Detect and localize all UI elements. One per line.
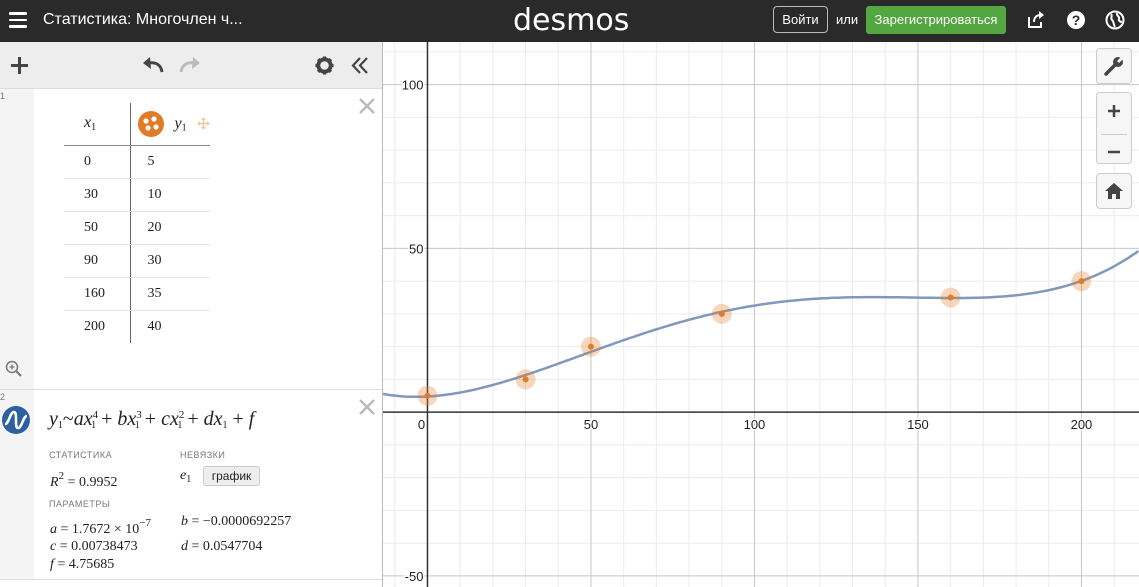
graph-settings-button[interactable] (1096, 48, 1132, 84)
x-tick-label: 200 (1071, 417, 1093, 432)
table-cell[interactable]: 5 (130, 145, 210, 179)
svg-text:?: ? (1072, 12, 1081, 28)
point-style-icon[interactable] (137, 110, 165, 138)
home-icon (1105, 183, 1123, 199)
table-row: 160 35 (64, 277, 210, 311)
table-row: 50 20 (64, 211, 210, 245)
menu-icon[interactable] (9, 12, 27, 28)
or-text: или (836, 12, 859, 27)
delete-regression-icon[interactable] (358, 398, 376, 416)
login-button[interactable]: Войти (773, 6, 828, 33)
desmos-logo: desmos (513, 3, 630, 38)
param-a: a = 1.7672 × 10−7 (50, 517, 152, 537)
data-point (587, 343, 594, 350)
table-row: 0 5 (64, 145, 210, 179)
param-b: b = −0.0000692257 (181, 514, 292, 529)
regression-icon[interactable] (1, 405, 31, 435)
table-cell[interactable]: 40 (130, 310, 210, 343)
settings-icon[interactable] (315, 56, 334, 75)
column-header-y[interactable]: y1 (130, 103, 210, 146)
globe-icon[interactable] (1105, 10, 1125, 30)
graph-canvas[interactable]: 0 50 100 150 200 100 50 -50 (383, 42, 1139, 587)
expression-divider (0, 389, 382, 390)
table-row: 90 30 (64, 244, 210, 278)
share-icon[interactable] (1026, 10, 1046, 30)
x-tick-label: 0 (418, 417, 425, 432)
add-icon[interactable] (10, 56, 29, 75)
expression-number: 2 (0, 392, 6, 402)
zoom-fit-icon[interactable] (5, 360, 22, 377)
default-view-button[interactable] (1096, 173, 1132, 209)
expression-gutter[interactable] (0, 89, 34, 389)
y-tick-label: 50 (409, 241, 423, 256)
table-cell[interactable]: 200 (64, 310, 131, 343)
data-point (718, 310, 725, 317)
column-header-x[interactable]: x1 (64, 103, 131, 146)
wrench-icon (1104, 55, 1125, 76)
data-point (1078, 278, 1085, 285)
x-tick-label: 100 (744, 417, 766, 432)
table-cell[interactable]: 30 (64, 178, 131, 212)
expression-toolbar (0, 42, 382, 89)
top-bar: Статистика: Многочлен ч... desmos Войти … (0, 0, 1139, 42)
graph-paper[interactable]: 0 50 100 150 200 100 50 -50 (383, 42, 1139, 587)
expression-number: 1 (0, 91, 6, 101)
regression-formula[interactable]: y1~ax41 + bx31 + cx21 + dx1 + f (49, 408, 254, 431)
table-header: x1 y1 (64, 103, 210, 146)
table-cell[interactable]: 90 (64, 244, 131, 278)
data-point (424, 392, 431, 399)
param-c: c = 0.00738473 (50, 539, 138, 554)
data-table: x1 y1 0 5 30 10 50 20 90 30 160 35 200 4… (64, 103, 210, 343)
table-cell[interactable]: 10 (130, 178, 210, 212)
zoom-in-icon[interactable] (1097, 93, 1131, 129)
table-cell[interactable]: 30 (130, 244, 210, 278)
table-cell[interactable]: 35 (130, 277, 210, 311)
undo-icon[interactable] (141, 56, 165, 74)
zoom-controls (1096, 92, 1132, 164)
move-icon[interactable] (196, 117, 210, 131)
table-row: 30 10 (64, 178, 210, 212)
collapse-icon[interactable] (350, 56, 370, 75)
x-tick-label: 50 (584, 417, 598, 432)
zoom-out-icon[interactable] (1097, 135, 1131, 169)
statistics-label: СТАТИСТИКА (49, 450, 113, 460)
plot-residuals-button[interactable]: график (203, 466, 260, 486)
y-tick-label: 100 (402, 78, 424, 93)
signup-button[interactable]: Зарегистрироваться (866, 6, 1006, 34)
parameters-label: ПАРАМЕТРЫ (49, 499, 111, 509)
residuals-label: НЕВЯЗКИ (180, 450, 226, 460)
table-row: 200 40 (64, 310, 210, 343)
table-cell[interactable]: 0 (64, 145, 131, 179)
table-cell[interactable]: 20 (130, 211, 210, 245)
expression-divider (0, 579, 382, 580)
table-cell[interactable]: 50 (64, 211, 131, 245)
param-d: d = 0.0547704 (181, 539, 263, 554)
data-point (522, 376, 529, 383)
help-icon[interactable]: ? (1066, 10, 1086, 30)
r-squared: R2 = 0.9952 (50, 470, 118, 490)
data-point (947, 294, 954, 301)
y-tick-label: -50 (405, 569, 424, 584)
regression-curve (383, 250, 1139, 399)
document-title[interactable]: Статистика: Многочлен ч... (43, 11, 243, 29)
x-tick-label: 150 (907, 417, 929, 432)
param-f: f = 4.75685 (50, 557, 115, 572)
residual-variable: e1 (180, 468, 192, 485)
delete-table-icon[interactable] (358, 97, 376, 115)
table-cell[interactable]: 160 (64, 277, 131, 311)
redo-icon[interactable] (178, 56, 202, 74)
